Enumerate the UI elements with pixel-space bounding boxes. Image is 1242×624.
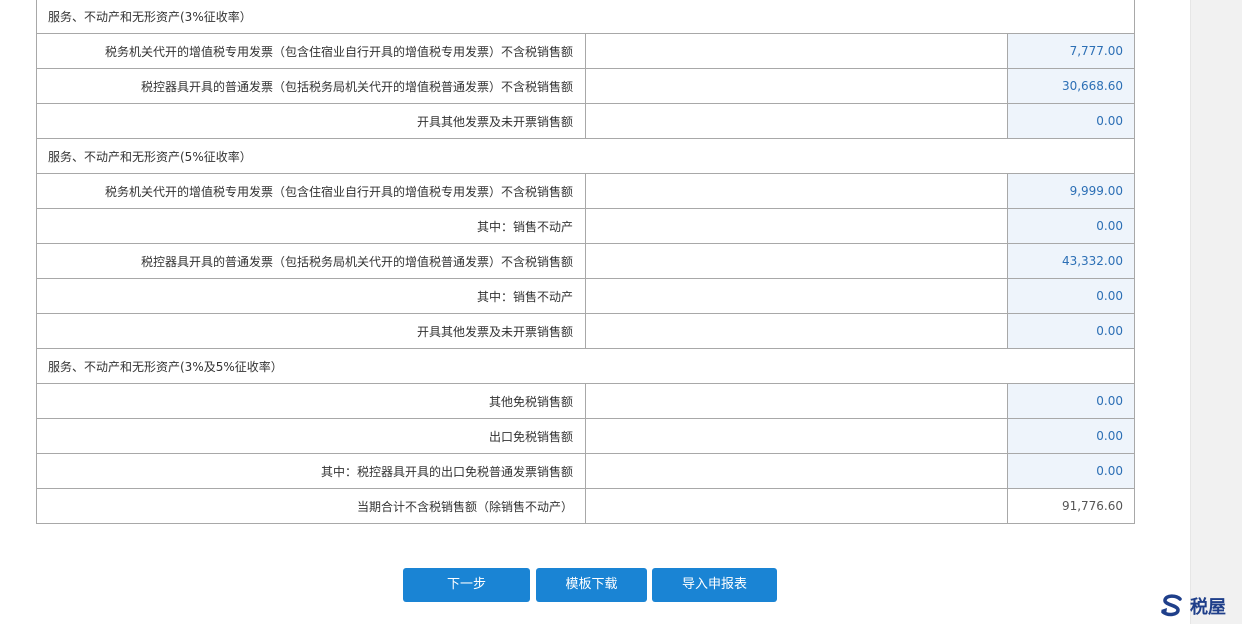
table-row: 其他免税销售额 0.00 — [36, 383, 1136, 419]
amount-input[interactable]: 0.00 — [1007, 418, 1136, 454]
template-download-button[interactable]: 模板下载 — [536, 568, 647, 602]
section-header-3-5pct: 服务、不动产和无形资产(3%及5%征收率） — [35, 348, 1136, 384]
row-label: 其中：销售不动产 — [36, 278, 586, 314]
table-row: 其中：税控器具开具的出口免税普通发票销售额 0.00 — [36, 453, 1136, 489]
amount-input[interactable]: 0.00 — [1007, 453, 1136, 489]
s-arrow-logo-icon — [1158, 593, 1186, 619]
next-step-button[interactable]: 下一步 — [403, 568, 530, 602]
row-spacer — [585, 313, 1008, 349]
action-button-bar: 下一步 模板下载 导入申报表 — [0, 568, 1190, 604]
row-label: 税控器具开具的普通发票（包括税务局机关代开的增值税普通发票）不含税销售额 — [36, 243, 586, 279]
row-spacer — [585, 488, 1008, 524]
table-row: 其中：销售不动产 0.00 — [36, 278, 1136, 314]
amount-input[interactable]: 0.00 — [1007, 383, 1136, 419]
table-row: 开具其他发票及未开票销售额 0.00 — [36, 313, 1136, 349]
table-row: 其中：销售不动产 0.00 — [36, 208, 1136, 244]
amount-input[interactable]: 43,332.00 — [1007, 243, 1136, 279]
tax-summary-table: 服务、不动产和无形资产(3%征收率） 税务机关代开的增值税专用发票（包含住宿业自… — [35, 0, 1136, 524]
table-row: 税务机关代开的增值税专用发票（包含住宿业自行开具的增值税专用发票）不含税销售额 … — [36, 33, 1136, 69]
row-spacer — [585, 103, 1008, 139]
section-header-3pct: 服务、不动产和无形资产(3%征收率） — [35, 0, 1136, 34]
section-header-5pct: 服务、不动产和无形资产(5%征收率） — [35, 138, 1136, 174]
table-row: 开具其他发票及未开票销售额 0.00 — [36, 103, 1136, 139]
row-label: 出口免税销售额 — [36, 418, 586, 454]
row-label: 税务机关代开的增值税专用发票（包含住宿业自行开具的增值税专用发票）不含税销售额 — [36, 173, 586, 209]
table-row: 出口免税销售额 0.00 — [36, 418, 1136, 454]
section-header-row: 服务、不动产和无形资产(5%征收率） — [35, 138, 1136, 174]
row-label: 开具其他发票及未开票销售额 — [36, 313, 586, 349]
table-row: 税控器具开具的普通发票（包括税务局机关代开的增值税普通发票）不含税销售额 30,… — [36, 68, 1136, 104]
amount-input[interactable]: 0.00 — [1007, 313, 1136, 349]
amount-input[interactable]: 0.00 — [1007, 278, 1136, 314]
table-row: 税控器具开具的普通发票（包括税务局机关代开的增值税普通发票）不含税销售额 43,… — [36, 243, 1136, 279]
row-spacer — [585, 33, 1008, 69]
amount-input[interactable]: 0.00 — [1007, 103, 1136, 139]
row-spacer — [585, 173, 1008, 209]
row-label: 税控器具开具的普通发票（包括税务局机关代开的增值税普通发票）不含税销售额 — [36, 68, 586, 104]
row-label: 其他免税销售额 — [36, 383, 586, 419]
row-label: 其中：销售不动产 — [36, 208, 586, 244]
amount-input[interactable]: 30,668.60 — [1007, 68, 1136, 104]
row-spacer — [585, 278, 1008, 314]
section-header-row: 服务、不动产和无形资产(3%征收率） — [35, 0, 1136, 34]
total-value: 91,776.60 — [1007, 488, 1136, 524]
total-row: 当期合计不含税销售额（除销售不动产） 91,776.60 — [36, 488, 1136, 524]
section-header-row: 服务、不动产和无形资产(3%及5%征收率） — [35, 348, 1136, 384]
logo-text: 税屋 — [1190, 597, 1226, 618]
row-label: 其中：税控器具开具的出口免税普通发票销售额 — [36, 453, 586, 489]
row-spacer — [585, 418, 1008, 454]
row-label: 税务机关代开的增值税专用发票（包含住宿业自行开具的增值税专用发票）不含税销售额 — [36, 33, 586, 69]
right-scroll-gutter — [1190, 0, 1242, 624]
amount-input[interactable]: 7,777.00 — [1007, 33, 1136, 69]
shuiwu-logo: 税屋 — [1158, 592, 1226, 620]
row-spacer — [585, 208, 1008, 244]
total-label: 当期合计不含税销售额（除销售不动产） — [36, 488, 586, 524]
row-spacer — [585, 243, 1008, 279]
row-spacer — [585, 383, 1008, 419]
row-spacer — [585, 68, 1008, 104]
table-row: 税务机关代开的增值税专用发票（包含住宿业自行开具的增值税专用发票）不含税销售额 … — [36, 173, 1136, 209]
amount-input[interactable]: 9,999.00 — [1007, 173, 1136, 209]
row-label: 开具其他发票及未开票销售额 — [36, 103, 586, 139]
row-spacer — [585, 453, 1008, 489]
amount-input[interactable]: 0.00 — [1007, 208, 1136, 244]
import-report-button[interactable]: 导入申报表 — [652, 568, 777, 602]
